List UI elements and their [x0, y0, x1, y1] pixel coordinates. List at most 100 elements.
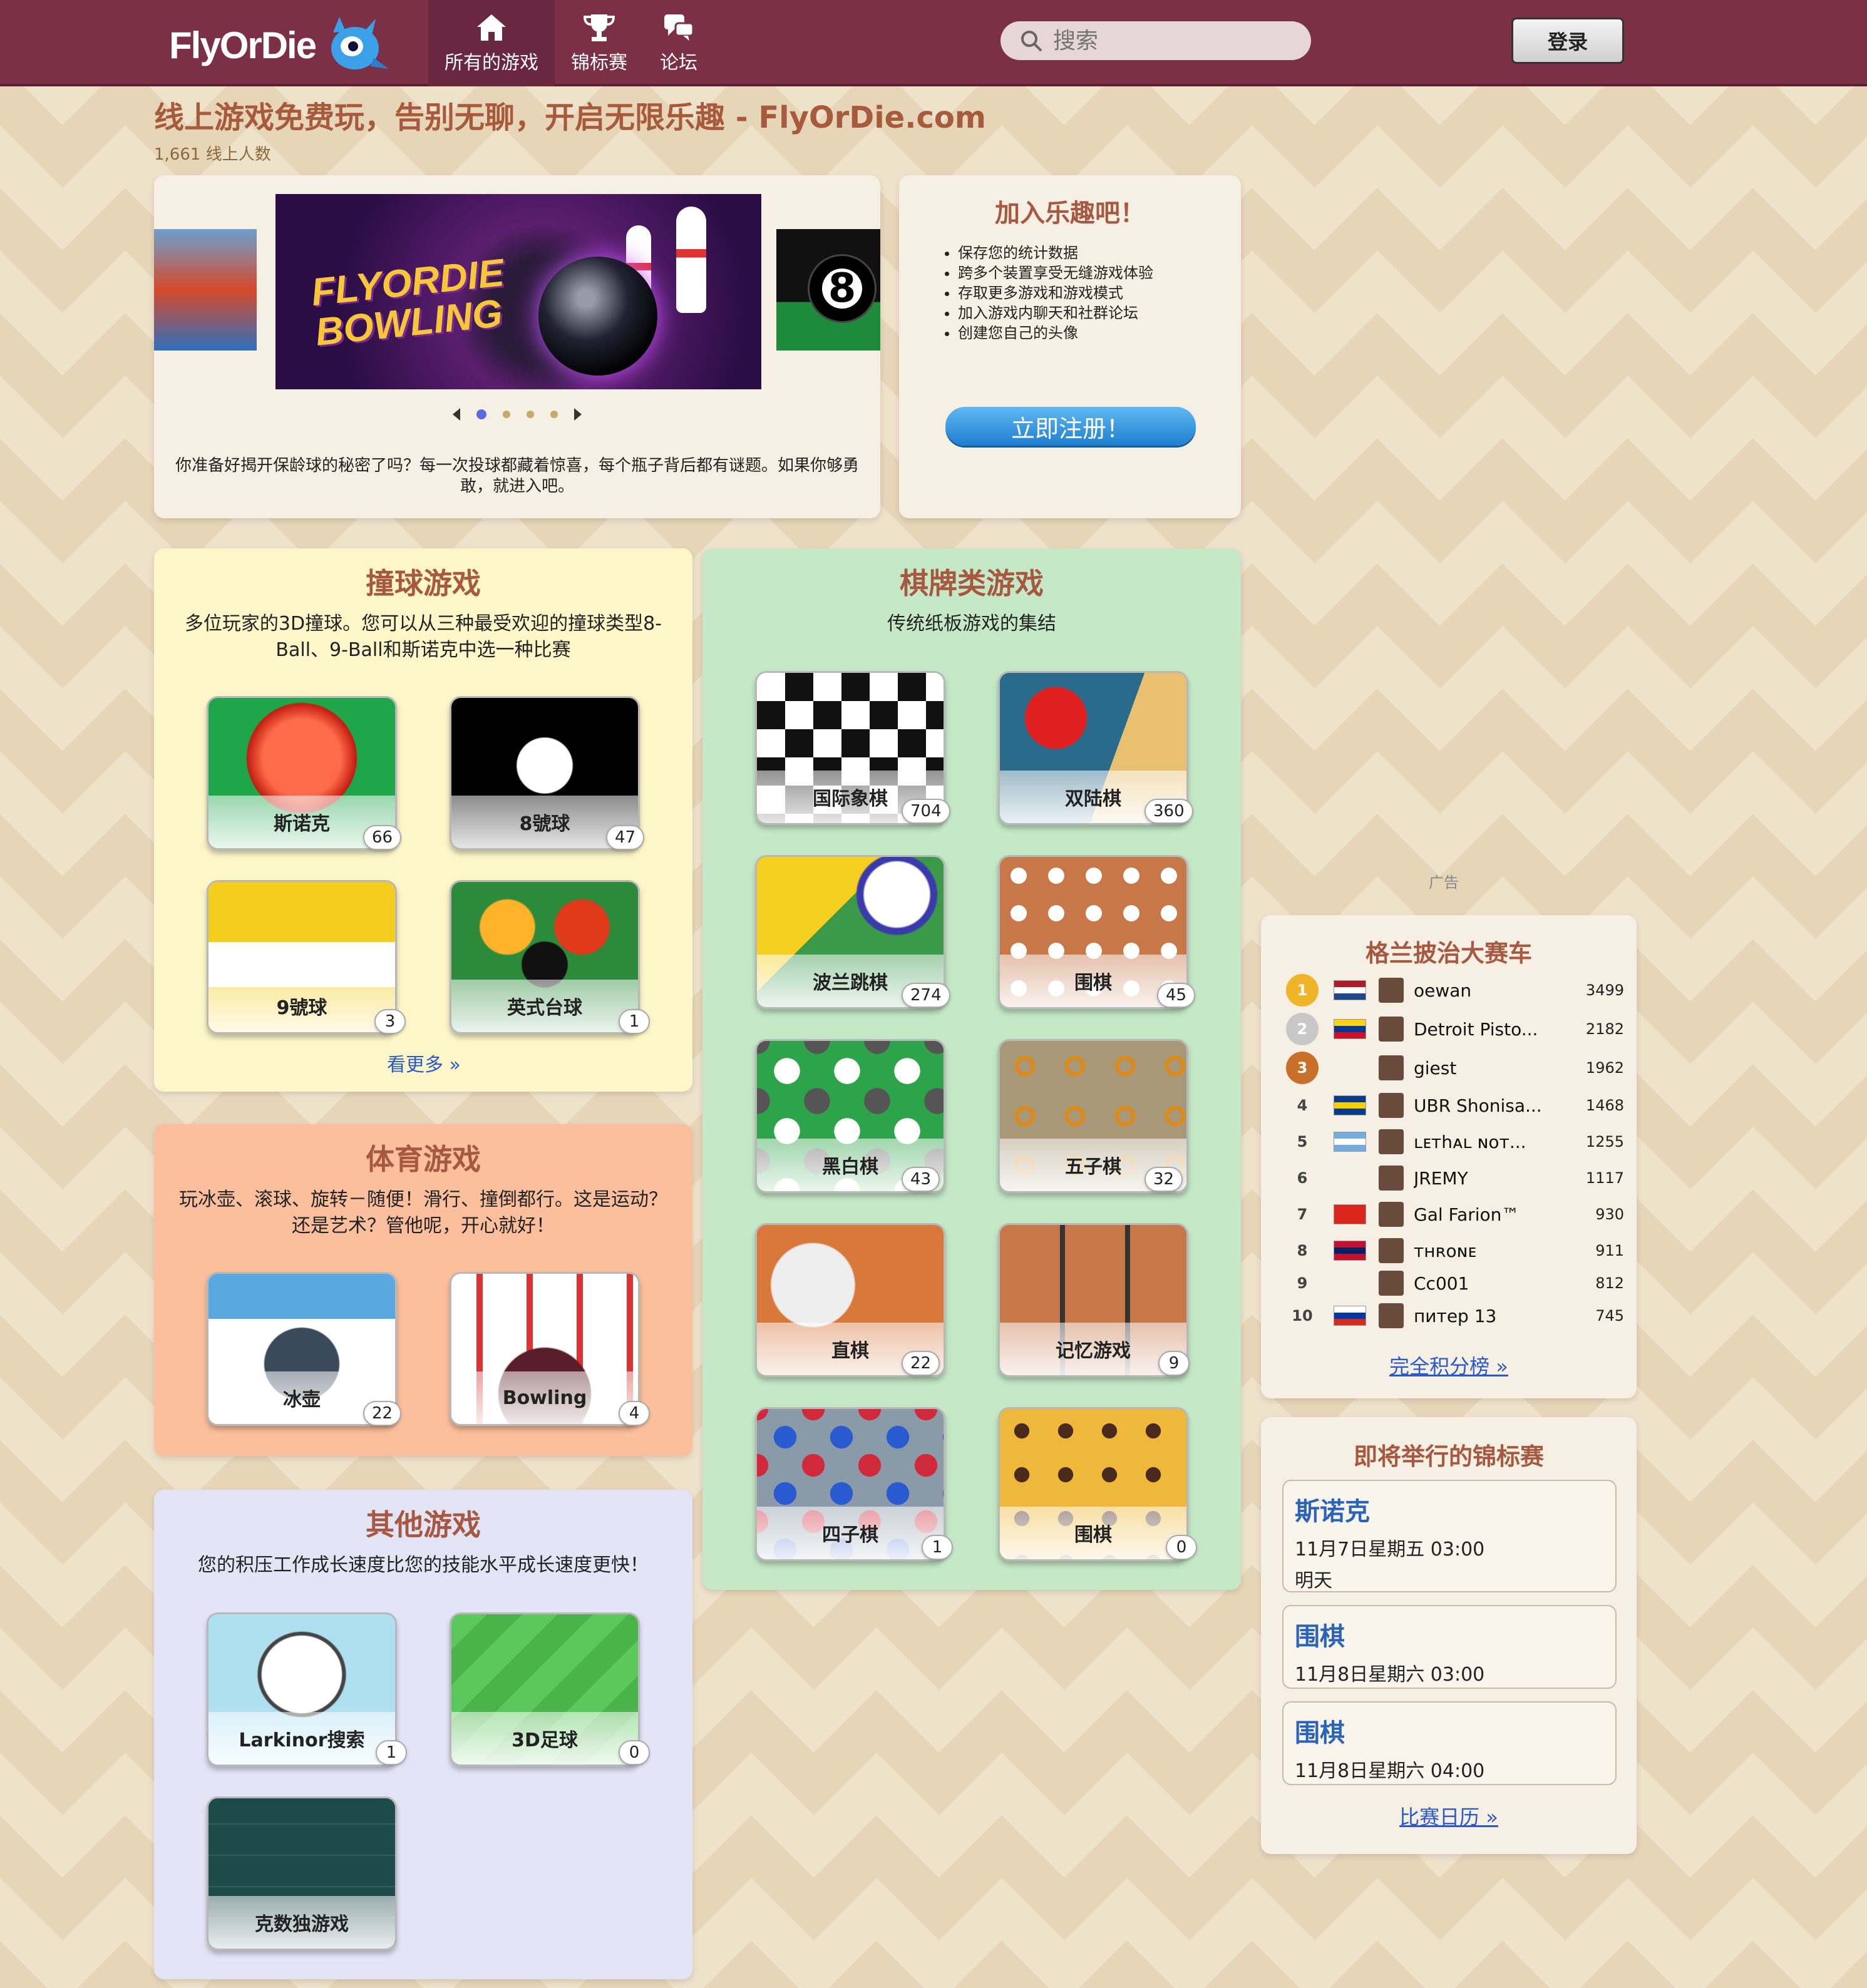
carousel-prev-slide-image[interactable] [154, 229, 257, 351]
player-count-badge: 1 [922, 1535, 953, 1560]
player-name[interactable]: ʟᴇтһᴀʟ ɴᴏт... [1414, 1132, 1583, 1152]
player-name[interactable]: oewan [1414, 980, 1583, 1001]
avatar[interactable] [1379, 1202, 1404, 1227]
leaderboard-row[interactable]: 7 Gal Farion™ 930 [1286, 1197, 1624, 1232]
rank-medal-icon: 3 [1286, 1052, 1319, 1084]
game-tile-label: 英式台球 [451, 980, 638, 1032]
tournament-card[interactable]: 围棋 11月8日星期六 04:00 [1282, 1701, 1617, 1785]
join-panel: 加入乐趣吧！ 保存您的统计数据 跨多个装置享受无缝游戏体验 存取更多游戏和游戏模… [899, 175, 1241, 518]
game-tile-english-pool[interactable]: 英式台球 [450, 880, 640, 1034]
billiards-desc: 多位玩家的3D撞球。您可以从三种最受欢迎的撞球类型8-Ball、9-Ball和斯… [184, 613, 662, 661]
search-icon [1021, 31, 1042, 52]
carousel-dot[interactable] [503, 411, 510, 418]
search-input[interactable] [1053, 28, 1291, 54]
player-name[interactable]: Gal Farion™ [1414, 1204, 1583, 1225]
rank-number: 8 [1297, 1242, 1308, 1259]
game-tile-go[interactable]: 围棋 [998, 855, 1188, 1009]
player-name[interactable]: UBR Shonisa... [1414, 1095, 1583, 1116]
benefit-item: 加入游戏内聊天和社群论坛 [958, 303, 1241, 323]
game-tile-label: Bowling [451, 1371, 638, 1424]
tournament-time: 11月8日星期六 04:00 [1295, 1760, 1485, 1782]
login-button[interactable]: 登录 [1511, 18, 1624, 64]
game-tile-label: 克数独游戏 [208, 1896, 395, 1949]
nav-all-games[interactable]: 所有的游戏 [428, 0, 555, 86]
other-title: 其他游戏 [366, 1508, 481, 1542]
avatar[interactable] [1379, 1303, 1404, 1328]
avatar[interactable] [1379, 1017, 1404, 1042]
full-leaderboard-link[interactable]: 完全积分榜 » [1261, 1351, 1637, 1380]
game-tile-sudoku[interactable]: 克数独游戏 [207, 1796, 397, 1950]
player-name[interactable]: питер 13 [1414, 1306, 1583, 1326]
carousel-dot[interactable] [527, 411, 534, 418]
tournament-card[interactable]: 斯诺克 11月7日星期五 03:00 明天 [1282, 1480, 1617, 1592]
tournament-calendar-link[interactable]: 比赛日历 » [1261, 1801, 1637, 1830]
player-name[interactable]: ᴛʜʀᴏɴᴇ [1414, 1241, 1583, 1261]
tournament-name: 围棋 [1295, 1622, 1345, 1651]
avatar[interactable] [1379, 1129, 1404, 1154]
see-more-link[interactable]: 看更多 » [387, 1049, 461, 1077]
tournament-name: 围棋 [1295, 1719, 1345, 1748]
logo-text: FlyOrDie [169, 24, 317, 66]
player-score: 812 [1595, 1274, 1624, 1292]
leaderboard-row[interactable]: 3 giest 1962 [1286, 1050, 1624, 1085]
avatar[interactable] [1379, 1166, 1404, 1191]
avatar[interactable] [1379, 978, 1404, 1003]
rank-medal-icon: 2 [1286, 1013, 1319, 1045]
site-logo[interactable]: FlyOrDie [169, 14, 389, 76]
benefits-list: 保存您的统计数据 跨多个装置享受无缝游戏体验 存取更多游戏和游戏模式 加入游戏内… [958, 243, 1241, 343]
leaderboard-row[interactable]: 8 ᴛʜʀᴏɴᴇ 911 [1286, 1233, 1624, 1268]
leaderboard-row[interactable]: 9 Cc001 812 [1286, 1266, 1624, 1301]
leaderboard-row[interactable]: 5 ʟᴇтһᴀʟ ɴᴏт... 1255 [1286, 1124, 1624, 1159]
register-button[interactable]: 立即注册！ [945, 407, 1196, 446]
game-tile-memory[interactable]: 记忆游戏 [998, 1223, 1188, 1377]
carousel-next-arrow-icon[interactable] [574, 408, 582, 421]
billiards-title: 撞球游戏 [366, 566, 481, 600]
carousel-prev-arrow-icon[interactable] [453, 408, 460, 421]
leaderboard-row[interactable]: 4 UBR Shonisa... 1468 [1286, 1088, 1624, 1123]
carousel-caption: 你准备好揭开保龄球的秘密了吗？每一次投球都藏着惊喜，每个瓶子背后都有谜题。如果你… [175, 456, 859, 496]
game-tile-connect-four[interactable]: 四子棋 [755, 1407, 945, 1561]
game-tile-go-alt[interactable]: 围棋 [998, 1407, 1188, 1561]
country-flag-icon [1334, 980, 1366, 1000]
leaderboard-row[interactable]: 10 питер 13 745 [1286, 1298, 1624, 1333]
carousel-dot[interactable] [550, 411, 558, 418]
game-tile-larkinor[interactable]: Larkinor搜索 [207, 1612, 397, 1766]
country-flag-icon [1334, 1204, 1366, 1224]
avatar[interactable] [1379, 1055, 1404, 1080]
avatar[interactable] [1379, 1271, 1404, 1296]
player-score: 1117 [1585, 1169, 1624, 1187]
leaderboard-row[interactable]: 2 Detroit Pisto... 2182 [1286, 1012, 1624, 1047]
leaderboard-panel: 格兰披治大赛车 1 oewan 3499 2 Detroit Pisto... 2182 3… [1261, 915, 1637, 1398]
nav-tournaments[interactable]: 锦标赛 [555, 0, 644, 86]
game-tile-label: 围棋 [1000, 1507, 1186, 1559]
sports-title: 体育游戏 [366, 1142, 481, 1176]
search-box[interactable] [1000, 21, 1311, 60]
game-tile-label: 9號球 [208, 980, 395, 1032]
carousel-next-slide-image[interactable]: 8 [776, 229, 880, 351]
leaderboard-row[interactable]: 6 JREMY 1117 [1286, 1161, 1624, 1196]
nav-forum[interactable]: 论坛 [644, 0, 714, 86]
billiards-section: 撞球游戏 多位玩家的3D撞球。您可以从三种最受欢迎的撞球类型8-Ball、9-B… [154, 548, 692, 1092]
player-name[interactable]: JREMY [1414, 1168, 1583, 1189]
featured-game-title: FLYORDIE BOWLING [309, 251, 507, 354]
sports-section: 体育游戏 玩冰壶、滚球、旋转－随便！滑行、撞倒都行。这是运动？还是艺术？管他呢，… [154, 1124, 692, 1456]
player-name[interactable]: Detroit Pisto... [1414, 1019, 1583, 1040]
carousel-dot[interactable] [476, 409, 486, 419]
carousel-featured-image[interactable]: FLYORDIE BOWLING [275, 194, 761, 389]
game-tile-3d-soccer[interactable]: 3D足球 [450, 1612, 640, 1766]
leaderboard-row[interactable]: 1 oewan 3499 [1286, 973, 1624, 1008]
game-tile-bowling[interactable]: Bowling [450, 1272, 640, 1426]
rank-number: 6 [1297, 1169, 1308, 1187]
main-nav: 所有的游戏 锦标赛 论坛 [428, 0, 714, 86]
player-count-badge: 22 [363, 1401, 402, 1426]
game-tile-9ball[interactable]: 9號球 [207, 880, 397, 1034]
player-score: 3499 [1585, 981, 1624, 999]
tournament-card[interactable]: 围棋 11月8日星期六 03:00 [1282, 1605, 1617, 1689]
player-name[interactable]: giest [1414, 1058, 1583, 1079]
player-name[interactable]: Cc001 [1414, 1273, 1583, 1294]
avatar[interactable] [1379, 1238, 1404, 1263]
game-tile-label: 3D足球 [451, 1712, 638, 1765]
avatar[interactable] [1379, 1093, 1404, 1118]
player-score: 1962 [1585, 1059, 1624, 1077]
country-flag-icon [1334, 1306, 1366, 1326]
